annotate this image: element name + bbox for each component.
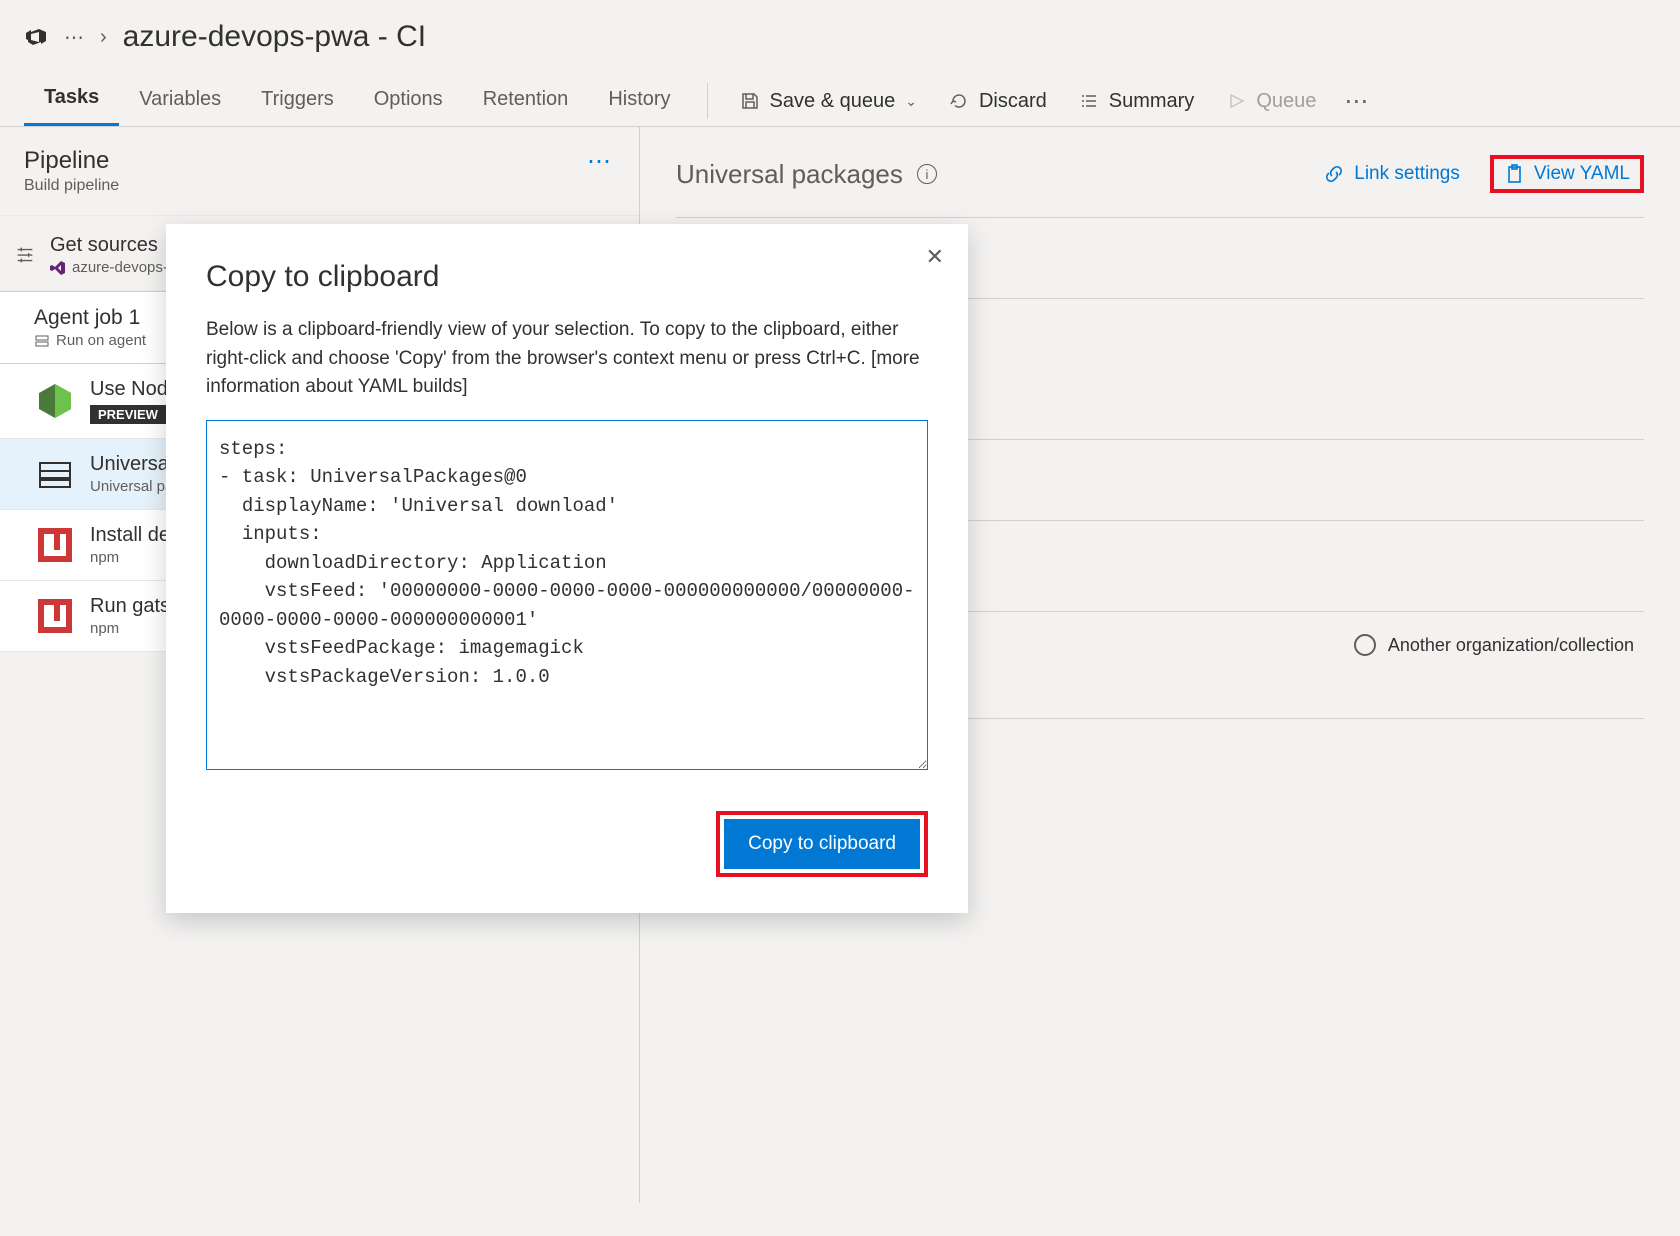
task-universal-subtitle: Universal pa (90, 478, 173, 495)
tabs-toolbar: Tasks Variables Triggers Options Retenti… (0, 68, 1680, 127)
task-install-de-subtitle: npm (90, 549, 170, 566)
link-icon (1324, 164, 1344, 184)
breadcrumb-ellipsis[interactable]: ⋯ (64, 25, 84, 50)
divider (676, 217, 1644, 218)
breadcrumb: ⋯ › azure-devops-pwa - CI (0, 0, 1680, 68)
summary-button[interactable]: Summary (1063, 82, 1211, 121)
view-yaml-button[interactable]: View YAML (1504, 163, 1630, 185)
task-universal-title: Universal (90, 453, 173, 476)
undo-icon (949, 91, 969, 111)
link-settings-label: Link settings (1354, 163, 1460, 185)
list-icon (1079, 91, 1099, 111)
toolbar-more[interactable]: ⋯ (1332, 87, 1380, 116)
tab-triggers[interactable]: Triggers (241, 78, 354, 125)
discard-label: Discard (979, 90, 1047, 113)
summary-label: Summary (1109, 90, 1195, 113)
page-title: azure-devops-pwa - CI (123, 20, 426, 54)
close-icon[interactable]: ✕ (926, 244, 944, 270)
chevron-right-icon: › (100, 26, 107, 49)
copy-button-highlight: Copy to clipboard (716, 811, 928, 877)
pipeline-header[interactable]: Pipeline Build pipeline ⋯ (0, 127, 639, 216)
right-panel-title: Universal packages (676, 159, 903, 190)
copy-to-clipboard-button[interactable]: Copy to clipboard (724, 819, 920, 869)
modal-description: Below is a clipboard-friendly view of yo… (206, 316, 928, 402)
play-icon (1226, 91, 1246, 111)
task-use-node-title: Use Nod (90, 378, 168, 401)
modal-title: Copy to clipboard (206, 260, 928, 294)
clipboard-icon (1504, 164, 1524, 184)
pipeline-subtitle: Build pipeline (24, 177, 119, 195)
sources-settings-icon (14, 244, 36, 266)
get-sources-title: Get sources (50, 234, 168, 257)
yaml-textarea[interactable] (206, 420, 928, 770)
agent-job-subtitle: Run on agent (56, 332, 146, 349)
queue-label: Queue (1256, 90, 1316, 113)
view-yaml-label: View YAML (1534, 163, 1630, 185)
chevron-down-icon: ⌄ (905, 93, 917, 110)
server-icon (34, 333, 50, 349)
info-icon[interactable]: i (917, 164, 937, 184)
radio-icon (1354, 634, 1376, 656)
radio-label: Another organization/collection (1388, 635, 1634, 656)
tab-history[interactable]: History (588, 78, 690, 125)
package-icon (34, 453, 76, 495)
pipeline-title: Pipeline (24, 147, 119, 175)
pipeline-more[interactable]: ⋯ (587, 147, 611, 176)
save-queue-button[interactable]: Save & queue ⌄ (724, 82, 933, 121)
save-queue-label: Save & queue (770, 90, 896, 113)
vs-icon (50, 260, 66, 276)
npm-icon (34, 595, 76, 637)
view-yaml-highlight: View YAML (1490, 155, 1644, 193)
task-run-gats-subtitle: npm (90, 620, 170, 637)
right-header: Universal packages i Link settings View … (676, 155, 1644, 193)
task-install-de-title: Install de (90, 524, 170, 547)
divider (707, 83, 708, 119)
tab-tasks[interactable]: Tasks (24, 76, 119, 126)
discard-button[interactable]: Discard (933, 82, 1063, 121)
tab-variables[interactable]: Variables (119, 78, 241, 125)
task-run-gats-title: Run gats (90, 595, 170, 618)
save-icon (740, 91, 760, 111)
npm-icon (34, 524, 76, 566)
tab-retention[interactable]: Retention (463, 78, 589, 125)
queue-button: Queue (1210, 82, 1332, 121)
link-settings-button[interactable]: Link settings (1324, 163, 1460, 185)
tab-options[interactable]: Options (354, 78, 463, 125)
azure-devops-icon (24, 25, 48, 49)
nodejs-icon (34, 380, 76, 422)
copy-clipboard-modal: ✕ Copy to clipboard Below is a clipboard… (166, 224, 968, 913)
preview-badge: PREVIEW (90, 405, 166, 424)
get-sources-subtitle: azure-devops- (72, 259, 168, 276)
agent-job-title: Agent job 1 (34, 306, 146, 330)
